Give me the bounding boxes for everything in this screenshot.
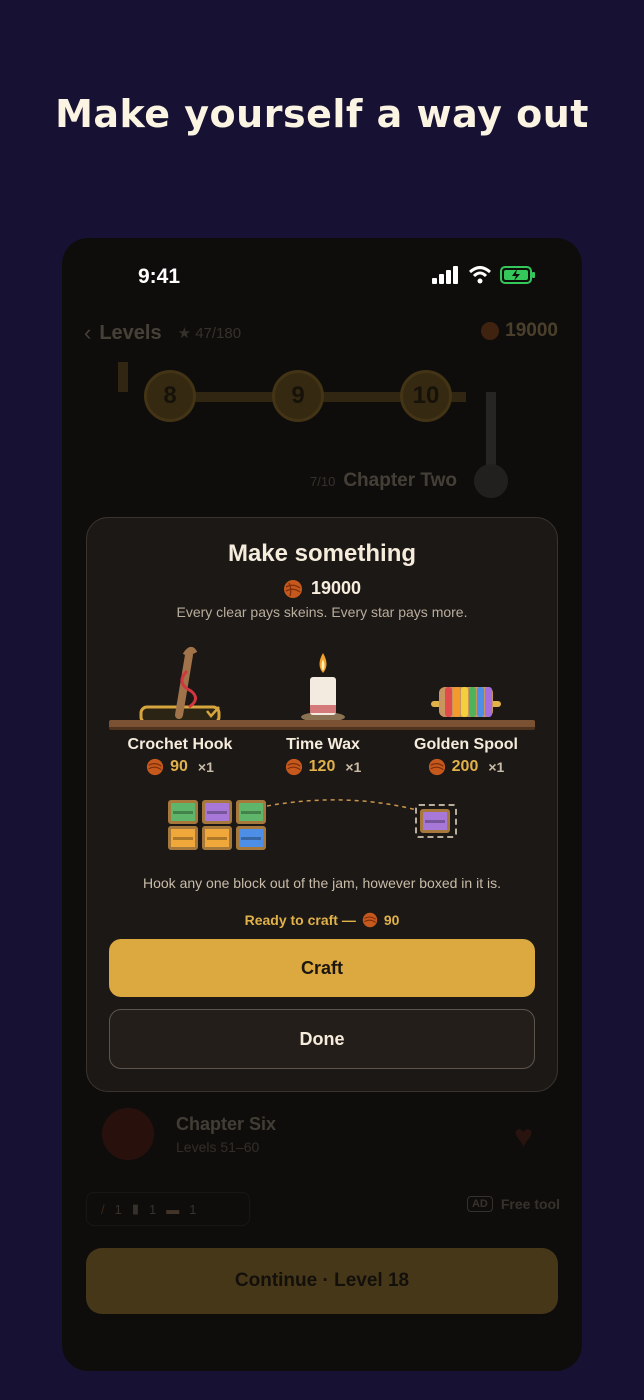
- dashed-path: [266, 799, 418, 811]
- ready-prefix: Ready to craft —: [244, 912, 356, 928]
- tool-crochet-hook[interactable]: [109, 643, 251, 728]
- chapter-six-icon: [102, 1108, 154, 1160]
- yarn-ball-icon: [147, 758, 164, 776]
- level-node-10[interactable]: 10: [400, 370, 452, 422]
- headline: Make yourself a way out: [55, 92, 589, 136]
- craft-button[interactable]: Craft: [109, 939, 535, 997]
- spool-inventory-icon: ▬: [166, 1201, 180, 1217]
- block-tile: [202, 826, 232, 850]
- wifi-icon: [468, 266, 492, 284]
- continue-button[interactable]: Continue · Level 18: [86, 1248, 558, 1314]
- quantity: ×1: [197, 759, 214, 775]
- ready-price: 90: [383, 912, 400, 928]
- tool-golden-spool[interactable]: [395, 643, 537, 728]
- level-node-9[interactable]: 9: [272, 370, 324, 422]
- candle-icon: [301, 653, 345, 722]
- tool-name-crochet-hook: Crochet Hook: [127, 736, 233, 753]
- star-count: ★ 47/180: [177, 325, 242, 342]
- chapter-title: Chapter Two: [343, 470, 457, 491]
- chevron-left-icon: ‹: [84, 320, 92, 345]
- quantity: ×1: [488, 759, 505, 775]
- modal-balance-value: 19000: [310, 578, 362, 598]
- tool-name-golden-spool: Golden Spool: [414, 736, 518, 753]
- signal-icon: [432, 266, 458, 284]
- yarn-ball-icon: [283, 579, 302, 598]
- chapter-progress: 7/10: [310, 474, 336, 489]
- chapter-label: 7/10 Chapter Two: [310, 470, 457, 492]
- block-tile: [168, 826, 198, 850]
- tool-price-golden-spool: 200 ×1: [395, 758, 537, 776]
- done-button[interactable]: Done: [109, 1009, 535, 1069]
- yarn-ball-icon: [362, 912, 378, 928]
- inventory-bar[interactable]: / 1 ▮ 1 ▬ 1: [86, 1192, 250, 1226]
- crochet-hook-icon: [139, 647, 221, 725]
- modal-subtitle: Every clear pays skeins. Every star pays…: [176, 604, 468, 620]
- yarn-ball-icon: [285, 758, 302, 776]
- hook-count: 1: [114, 1201, 122, 1217]
- chapter-lock-icon: [474, 464, 508, 498]
- block-tile: [168, 800, 198, 824]
- spool-icon: [431, 687, 501, 717]
- craft-modal: Make something 19000 Every clear pays sk…: [86, 517, 558, 1092]
- wax-count: 1: [149, 1201, 157, 1217]
- price-value: 200: [451, 758, 479, 775]
- top-balance-value: 19000: [505, 320, 558, 341]
- free-tool-button[interactable]: AD Free tool: [466, 1196, 560, 1212]
- quantity: ×1: [345, 759, 362, 775]
- hook-inventory-icon: /: [101, 1201, 105, 1217]
- extracted-block: [420, 809, 450, 833]
- tool-time-wax[interactable]: [252, 643, 394, 728]
- heart-icon: ♥: [514, 1118, 533, 1154]
- block-tile: [236, 826, 266, 850]
- yarn-ball-icon: [481, 322, 500, 340]
- chapter-six-subtitle: Levels 51–60: [176, 1138, 260, 1155]
- wax-inventory-icon: ▮: [131, 1201, 140, 1216]
- tool-price-crochet-hook: 90 ×1: [109, 758, 251, 776]
- status-icons: [432, 266, 536, 284]
- block-tile: [236, 800, 266, 824]
- levels-title: Levels: [99, 321, 162, 344]
- spool-count: 1: [189, 1201, 197, 1217]
- block-tile: [202, 800, 232, 824]
- battery-icon: [500, 266, 535, 284]
- free-tool-label: Free tool: [500, 1196, 560, 1212]
- price-value: 90: [170, 758, 188, 775]
- status-time: 9:41: [138, 265, 181, 288]
- tool-shelf: [109, 720, 535, 730]
- price-value: 120: [308, 758, 336, 775]
- ad-badge: AD: [466, 1196, 493, 1212]
- back-button[interactable]: ‹ Levels ★ 47/180: [84, 320, 241, 346]
- top-balance: 19000: [481, 320, 558, 342]
- tool-description: Hook any one block out of the jam, howev…: [143, 875, 501, 891]
- level-node-8[interactable]: 8: [144, 370, 196, 422]
- tool-price-time-wax: 120 ×1: [252, 758, 394, 776]
- tool-name-time-wax: Time Wax: [286, 736, 360, 753]
- modal-balance: 19000: [87, 578, 557, 599]
- chapter-six-row[interactable]: Chapter Six Levels 51–60: [102, 1108, 276, 1160]
- ready-to-craft: Ready to craft — 90: [87, 912, 557, 928]
- phone-screen: 9:41 ‹ Levels ★ 47/180 19000 8 9 10 7/10…: [62, 238, 582, 1371]
- modal-title: Make something: [227, 540, 417, 567]
- chapter-six-title: Chapter Six: [176, 1113, 277, 1134]
- yarn-ball-icon: [428, 758, 445, 776]
